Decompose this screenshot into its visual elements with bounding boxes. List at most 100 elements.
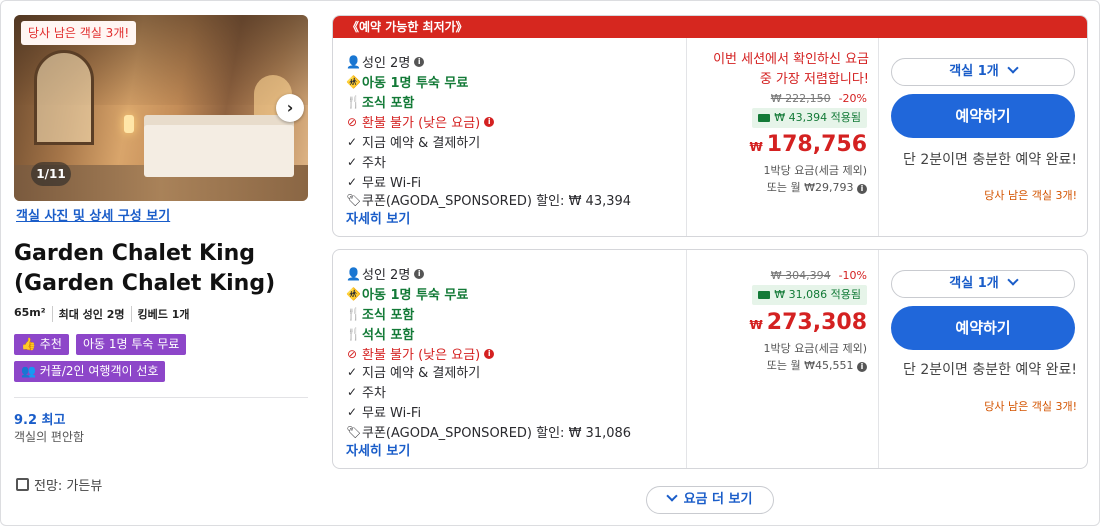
more-details-link[interactable]: 자세히 보기 xyxy=(346,440,410,459)
feature-dinner: 🍴 석식 포함 xyxy=(346,326,415,344)
max-occupancy: 최대 성인 2명 xyxy=(51,306,131,322)
chevron-down-icon xyxy=(1007,62,1019,74)
monthly-price-row: 또는 월 ₩29,793 i xyxy=(687,179,867,196)
feature-wifi: ✓ 무료 Wi-Fi xyxy=(346,404,422,422)
tag-icon: 🏷 xyxy=(346,192,362,207)
discount-percent: -20% xyxy=(838,92,867,105)
feature-adults: 👤 성인 2명 i xyxy=(346,264,425,283)
divider xyxy=(878,250,879,468)
original-price: ₩ 222,150 xyxy=(770,92,831,105)
next-photo-button[interactable]: › xyxy=(276,94,304,122)
currency-symbol: ₩ xyxy=(749,318,763,332)
check-icon: ✓ xyxy=(346,134,358,149)
chevron-down-icon xyxy=(1007,274,1019,286)
room-specs: 65m² 최대 성인 2명 킹베드 1개 xyxy=(14,306,195,322)
feature-parking: ✓ 주차 xyxy=(346,154,386,172)
original-price-row: ₩ 304,394 -10% xyxy=(687,264,867,283)
no-refund-icon: ⊘ xyxy=(346,114,358,129)
fast-booking-note: 단 2분이면 충분한 예약 완료! xyxy=(903,152,1077,168)
currency-symbol: ₩ xyxy=(749,140,763,154)
price-note: 1박당 요금(세금 제외) xyxy=(763,164,867,177)
feature-refund: ⊘ 환불 불가 (낮은 요금) i xyxy=(346,344,495,363)
feature-child: 🚸 아동 1명 투숙 무료 xyxy=(346,74,469,92)
rooms-select[interactable]: 객실 1개 xyxy=(891,270,1075,298)
no-refund-icon: ⊘ xyxy=(346,346,358,361)
chip-child-free: 아동 1명 투숙 무료 xyxy=(75,334,187,355)
session-message: 이번 세션에서 확인하신 요금 중 가장 저렴합니다! xyxy=(713,52,869,87)
coupon-applied-badge: ₩ 31,086 적용됨 xyxy=(752,285,867,305)
info-icon[interactable]: i xyxy=(857,184,867,194)
ticket-icon xyxy=(758,291,771,299)
fast-booking-note: 단 2분이면 충분한 예약 완료! xyxy=(903,362,1077,378)
original-price-row: ₩ 222,150 -20% xyxy=(687,87,867,106)
people-icon: 👥 xyxy=(21,364,36,378)
thumbs-up-icon: 👍 xyxy=(21,337,36,351)
view-icon xyxy=(16,478,29,491)
feature-parking: ✓ 주차 xyxy=(346,384,386,402)
more-rates-button[interactable]: 요금 더 보기 xyxy=(646,486,774,514)
nightly-price: 273,308 xyxy=(766,310,867,335)
rate-card-1: 《예약 가능한 최저가》 👤 성인 2명 i 🚸 아동 1명 투숙 무료 🍴 조식 포함… xyxy=(332,15,1088,237)
price-row: ₩178,756 xyxy=(687,132,867,157)
discount-percent: -10% xyxy=(838,269,867,282)
rooms-left-note: 당사 남은 객실 3개! xyxy=(984,400,1077,413)
cutlery-icon: 🍴 xyxy=(346,94,361,109)
feature-wifi: ✓ 무료 Wi-Fi xyxy=(346,174,422,192)
applied-coupon-row: ₩ 43,394 적용됨 xyxy=(687,106,867,128)
room-panel: 당사 남은 객실 3개! › 1/11 객실 사진 및 상세 구성 보기 Gar… xyxy=(0,0,1100,526)
rooms-select[interactable]: 객실 1개 xyxy=(891,58,1075,86)
room-title: Garden Chalet King (Garden Chalet King) xyxy=(14,241,276,296)
photo-counter: 1/11 xyxy=(31,162,71,186)
room-size: 65m² xyxy=(14,306,46,319)
info-icon[interactable]: i xyxy=(484,348,495,359)
cutlery-icon: 🍴 xyxy=(346,326,361,341)
book-button[interactable]: 예약하기 xyxy=(891,306,1075,350)
person-icon: 👤 xyxy=(346,266,361,281)
feature-coupon: 🏷 쿠폰(AGODA_SPONSORED) 할인: ₩ 31,086 xyxy=(346,424,632,442)
rate-card-2: 👤 성인 2명 i 🚸 아동 1명 투숙 무료 🍴 조식 포함 🍴 석식 포함 ⊘ 환불 불… xyxy=(332,249,1088,469)
divider xyxy=(878,38,879,236)
child-icon: 🚸 xyxy=(346,286,361,301)
check-icon: ✓ xyxy=(346,364,358,379)
bed-type: 킹베드 1개 xyxy=(130,306,196,322)
info-icon[interactable]: i xyxy=(414,56,425,67)
feature-breakfast: 🍴 조식 포함 xyxy=(346,94,415,112)
feature-pay: ✓ 지금 예약 & 결제하기 xyxy=(346,134,481,152)
applied-coupon-row: ₩ 31,086 적용됨 xyxy=(687,283,867,305)
room-score: 9.2 최고 xyxy=(14,413,66,428)
photo-availability-badge: 당사 남은 객실 3개! xyxy=(21,21,137,45)
original-price: ₩ 304,394 xyxy=(770,269,831,282)
more-details-link[interactable]: 자세히 보기 xyxy=(346,208,410,227)
room-photos-link[interactable]: 객실 사진 및 상세 구성 보기 xyxy=(16,205,170,224)
person-icon: 👤 xyxy=(346,54,361,69)
monthly-price-row: 또는 월 ₩45,551 i xyxy=(687,357,867,374)
chevron-right-icon: › xyxy=(286,98,294,117)
chip-recommended: 👍 추천 xyxy=(14,334,69,355)
check-icon: ✓ xyxy=(346,384,358,399)
feature-coupon: 🏷 쿠폰(AGODA_SPONSORED) 할인: ₩ 43,394 xyxy=(346,192,632,210)
info-icon[interactable]: i xyxy=(484,116,495,127)
room-chips: 👍 추천 아동 1명 투숙 무료 👥 커플/2인 여행객이 선호 xyxy=(14,333,314,387)
feature-child: 🚸 아동 1명 투숙 무료 xyxy=(346,286,469,304)
price-note: 1박당 요금(세금 제외) xyxy=(763,342,867,355)
feature-pay: ✓ 지금 예약 & 결제하기 xyxy=(346,364,481,382)
chip-couples: 👥 커플/2인 여행객이 선호 xyxy=(14,361,166,382)
feature-refund: ⊘ 환불 불가 (낮은 요금) i xyxy=(346,112,495,131)
divider xyxy=(14,397,308,398)
nightly-price: 178,756 xyxy=(766,132,867,157)
check-icon: ✓ xyxy=(346,174,358,189)
ticket-icon xyxy=(758,114,771,122)
cutlery-icon: 🍴 xyxy=(346,306,361,321)
rooms-left-note: 당사 남은 객실 3개! xyxy=(984,189,1077,202)
chevron-down-icon xyxy=(665,490,678,502)
book-button[interactable]: 예약하기 xyxy=(891,94,1075,138)
cheapest-banner: 《예약 가능한 최저가》 xyxy=(333,16,1087,38)
info-icon[interactable]: i xyxy=(414,268,425,279)
info-icon[interactable]: i xyxy=(857,362,867,372)
room-score-label: 객실의 편안함 xyxy=(14,430,85,444)
check-icon: ✓ xyxy=(346,404,358,419)
child-icon: 🚸 xyxy=(346,74,361,89)
tag-icon: 🏷 xyxy=(346,424,362,439)
price-row: ₩273,308 xyxy=(687,310,867,335)
feature-breakfast: 🍴 조식 포함 xyxy=(346,306,415,324)
